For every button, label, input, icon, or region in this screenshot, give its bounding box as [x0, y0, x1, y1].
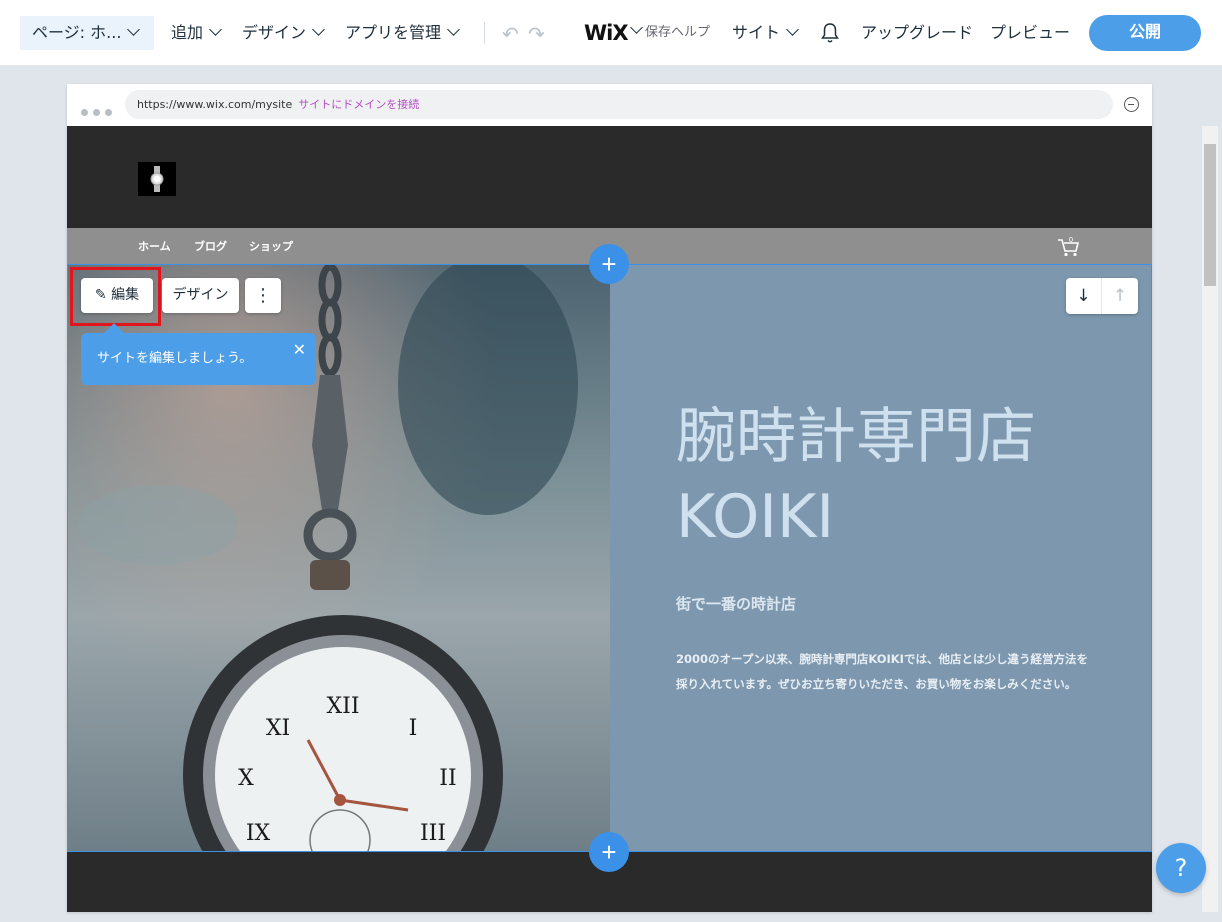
site-header[interactable] [67, 126, 1152, 228]
more-vertical-icon: ⋮ [254, 285, 272, 306]
more-options-button[interactable]: ⋮ [245, 278, 281, 313]
save-help-label: 保存ヘルプ [645, 25, 711, 40]
url-field: https://www.wix.com/mysite サイトにドメインを接続 [125, 90, 1113, 119]
chevron-down-icon [209, 23, 222, 36]
design-menu[interactable]: デザイン [242, 16, 325, 50]
add-menu-label: 追加 [171, 23, 204, 42]
close-icon[interactable]: ✕ [293, 333, 306, 367]
numeral-xi: XI [266, 716, 290, 741]
wix-logo: WiX [584, 16, 629, 50]
chevron-down-icon [630, 21, 643, 34]
save-help-menu[interactable]: 保存ヘルプ [630, 16, 711, 50]
nav-item-blog[interactable]: ブログ [194, 238, 227, 254]
manage-apps-menu[interactable]: アプリを管理 [345, 16, 460, 50]
preview-link[interactable]: プレビュー [990, 16, 1070, 50]
numeral-ii: II [439, 766, 456, 791]
toolbar-divider [484, 22, 485, 44]
upgrade-label: アップグレード [861, 23, 974, 42]
hero-text-panel[interactable]: 腕時計専門店 KOIKI 街で一番の時計店 2000のオープン以来、腕時計専門店… [610, 265, 1151, 851]
preview-label: プレビュー [990, 23, 1071, 42]
page-select-label: ページ: ホ... [32, 23, 122, 42]
watch-icon [150, 166, 164, 192]
chevron-down-icon [447, 23, 460, 36]
connect-domain-link[interactable]: サイトにドメインを接続 [298, 98, 419, 111]
tooltip-text: サイトを編集しましょう。 [97, 351, 253, 366]
nav-item-home[interactable]: ホーム [138, 238, 171, 254]
hero-title-line2: KOIKI [676, 482, 835, 552]
upgrade-link[interactable]: アップグレード [861, 16, 973, 50]
chevron-down-icon [786, 23, 799, 36]
numeral-i: I [409, 716, 418, 741]
site-canvas: https://www.wix.com/mysite サイトにドメインを接続 ホー… [67, 84, 1152, 912]
scrollbar-thumb[interactable] [1204, 144, 1216, 286]
numeral-x: X [238, 766, 254, 791]
site-menu[interactable]: サイト [732, 16, 799, 50]
undo-icon[interactable]: ↶ [502, 22, 519, 46]
chevron-down-icon [127, 23, 141, 36]
publish-button[interactable]: 公開 [1089, 15, 1201, 51]
site-url: https://www.wix.com/mysite [137, 98, 293, 111]
add-section-below-button[interactable]: + [589, 832, 629, 872]
editor-top-bar: ページ: ホ... 追加 デザイン アプリを管理 ↶ ↷ WiX 保存ヘルプ サ… [0, 0, 1222, 66]
bell-icon[interactable] [820, 22, 840, 44]
design-menu-label: デザイン [242, 23, 307, 42]
design-button[interactable]: デザイン [162, 278, 239, 313]
manage-apps-label: アプリを管理 [345, 23, 442, 42]
window-dots [81, 101, 117, 120]
numeral-iii: III [420, 821, 446, 846]
zoom-out-icon[interactable] [1124, 97, 1139, 112]
edit-tooltip: サイトを編集しましょう。 ✕ [81, 333, 316, 385]
design-button-label: デザイン [172, 287, 229, 303]
add-section-above-button[interactable]: + [589, 244, 629, 284]
hero-title[interactable]: 腕時計専門店 KOIKI [676, 397, 1036, 557]
arrow-down-icon[interactable]: ↓ [1066, 278, 1102, 314]
numeral-ix: IX [246, 821, 271, 846]
hero-body-text[interactable]: 2000のオープン以来、腕時計専門店KOIKIでは、他店とは少し違う経営方法を採… [676, 647, 1096, 697]
cart-icon[interactable]: 0 [1057, 236, 1081, 258]
browser-url-bar: https://www.wix.com/mysite サイトにドメインを接続 [67, 84, 1152, 126]
add-menu[interactable]: 追加 [171, 16, 222, 50]
hero-subtitle[interactable]: 街で一番の時計店 [676, 593, 796, 614]
site-logo-watch[interactable] [138, 162, 176, 196]
page-select-dropdown[interactable]: ページ: ホ... [20, 16, 154, 50]
hero-title-line1: 腕時計専門店 [676, 402, 1036, 472]
section-move-controls: ↓ ↑ [1066, 278, 1138, 314]
site-menu-label: サイト [732, 23, 781, 42]
chevron-down-icon [312, 23, 325, 36]
edit-button-highlight [70, 267, 161, 326]
wix-logo-text: WiX [584, 21, 629, 45]
nav-item-shop[interactable]: ショップ [249, 238, 293, 254]
redo-icon[interactable]: ↷ [528, 22, 545, 46]
arrow-up-icon[interactable]: ↑ [1102, 278, 1138, 314]
cart-count: 0 [1069, 236, 1073, 244]
help-button[interactable]: ? [1156, 843, 1206, 893]
page-scrollbar[interactable] [1202, 126, 1218, 912]
numeral-xii: XII [326, 694, 359, 719]
